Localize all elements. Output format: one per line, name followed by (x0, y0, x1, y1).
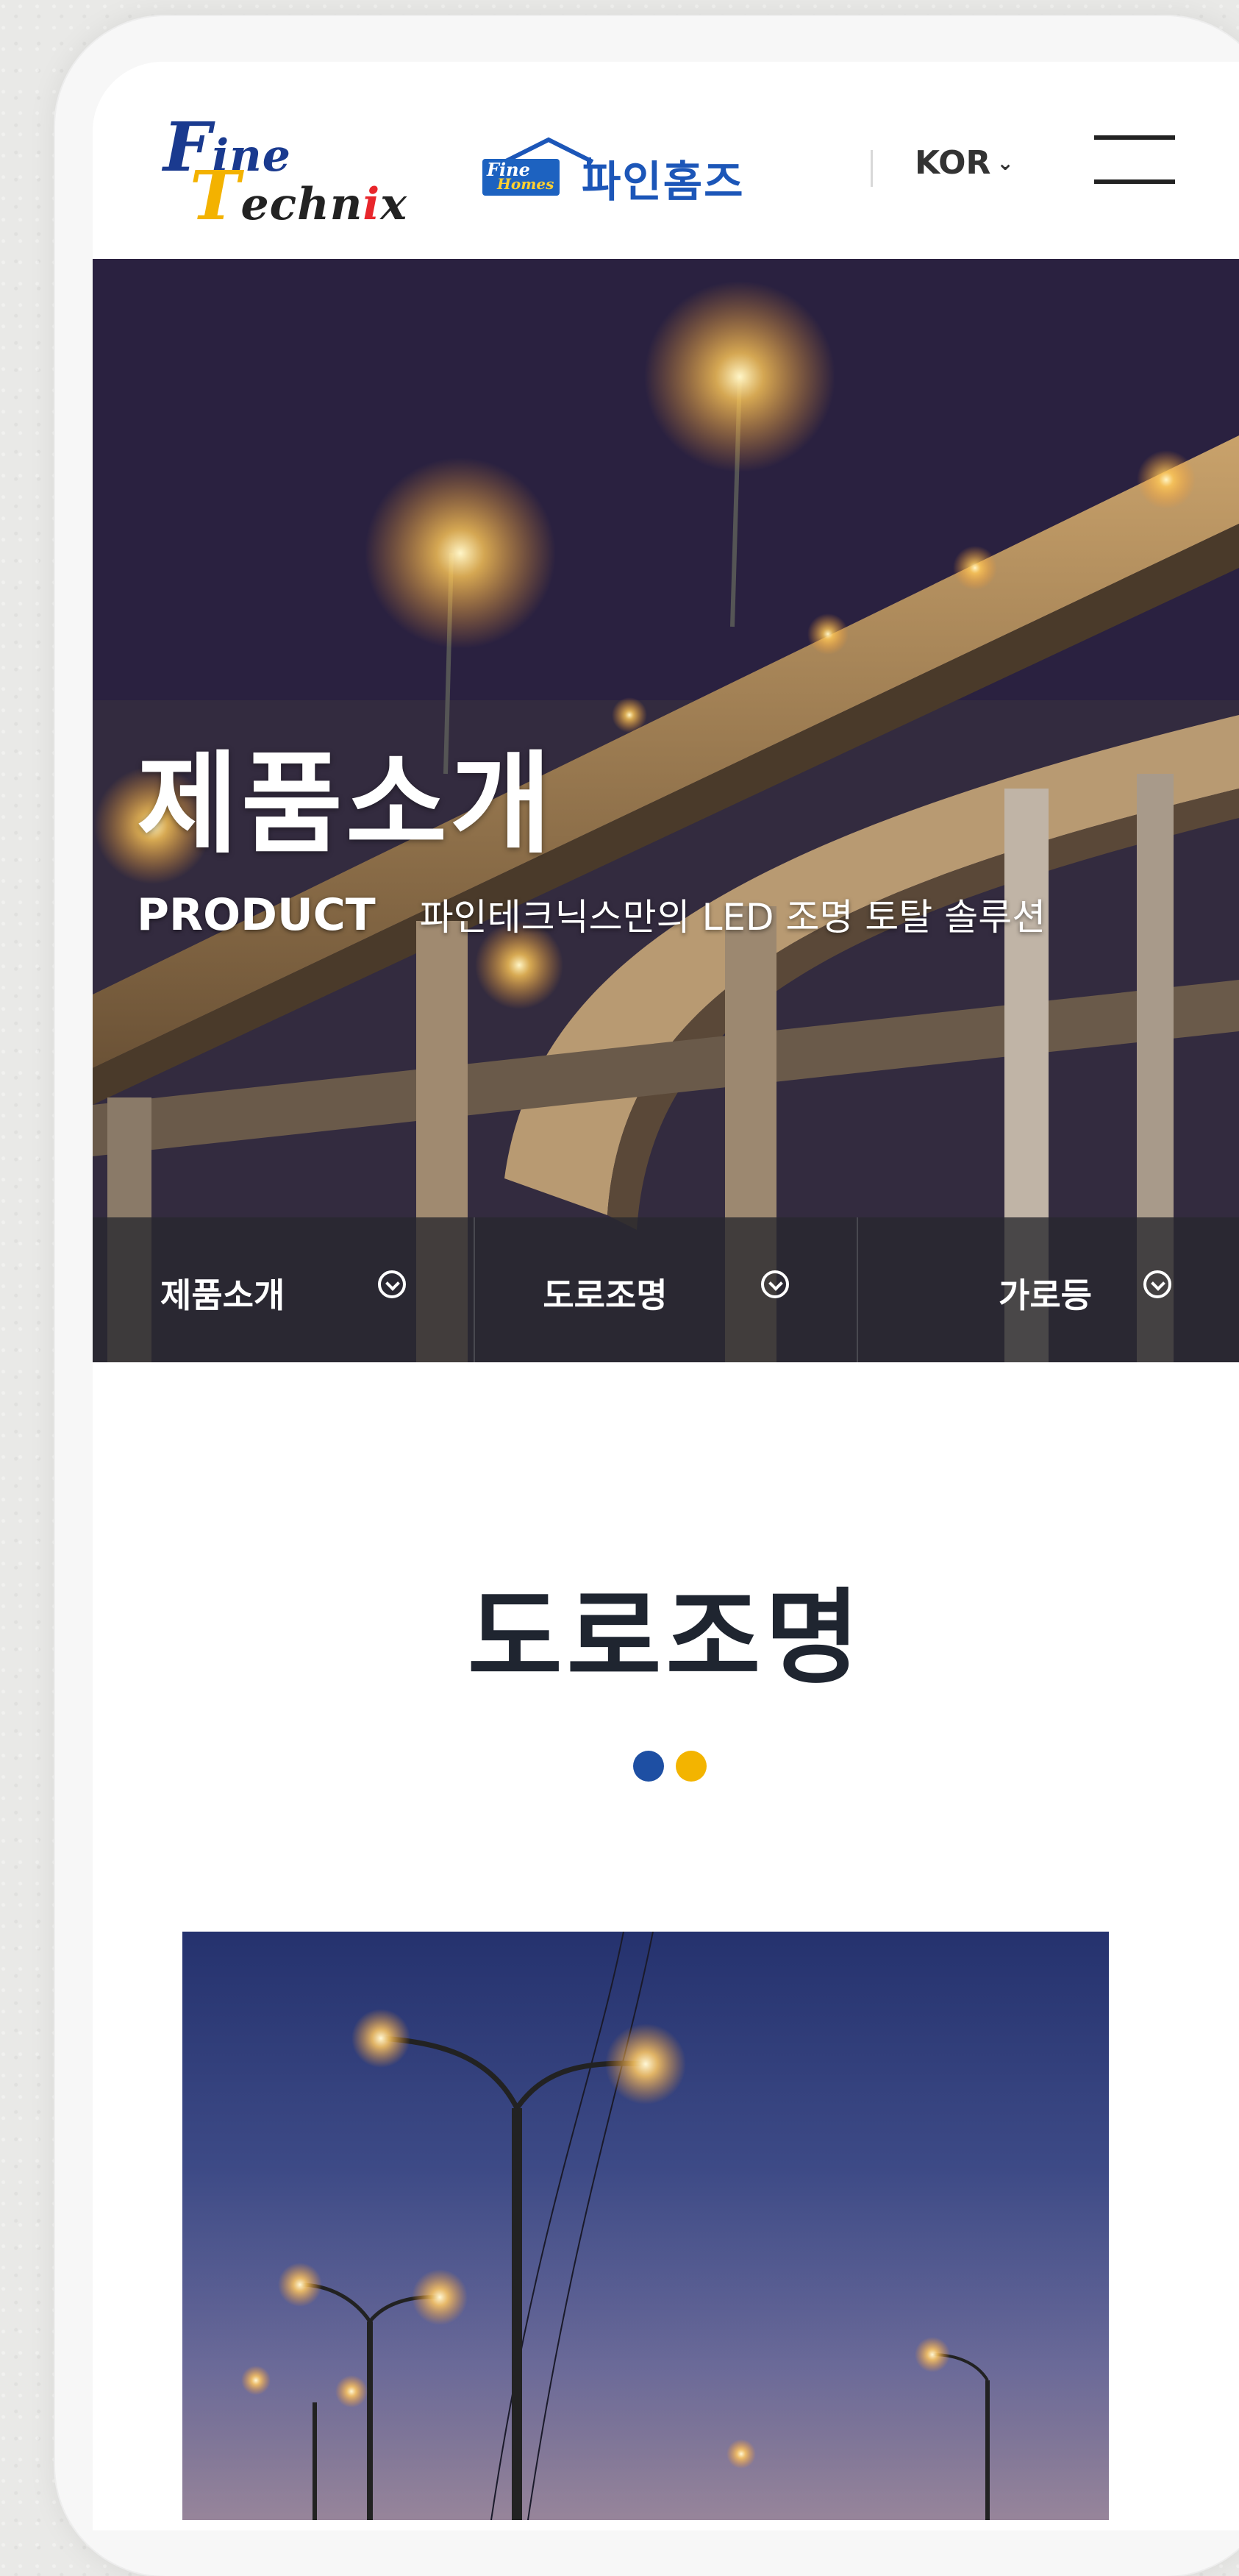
chevron-down-circle-icon (378, 1270, 407, 1298)
language-label: KOR (915, 144, 991, 182)
chevron-down-circle-icon (1143, 1270, 1171, 1298)
yellow-dot (676, 1751, 707, 1782)
subnav-label: 도로조명 (543, 1275, 668, 1315)
hero-subtitle-en: PRODUCT (137, 889, 376, 941)
fine-homes-logo[interactable]: Fine Homes 파인홈즈 (482, 135, 791, 209)
sub-navigation: 제품소개 도로조명 가로등 (93, 1217, 1239, 1362)
logo-line-2: Technix (190, 156, 407, 235)
subnav-label: 가로등 (999, 1275, 1092, 1315)
screen: Fine Technix Fine Homes 파인홈즈 KOR ⌄ 제품소개 … (93, 62, 1239, 2530)
hero-banner: 제품소개 PRODUCT 파인테크닉스만의 LED 조명 토탈 솔루션 제품소개… (93, 259, 1239, 1362)
fine-homes-badge: Fine Homes (482, 159, 560, 196)
chevron-down-icon: ⌄ (996, 151, 1014, 175)
title-dots (633, 1751, 707, 1782)
hamburger-icon[interactable] (1094, 135, 1175, 187)
streetlight-image[interactable] (182, 1932, 1109, 2520)
header: Fine Technix Fine Homes 파인홈즈 KOR ⌄ (93, 62, 1239, 259)
subnav-product[interactable]: 제품소개 (93, 1217, 476, 1362)
subnav-label: 제품소개 (160, 1275, 285, 1315)
blue-dot (633, 1751, 664, 1782)
section-title: 도로조명 (467, 1579, 865, 1698)
fine-homes-text: 파인홈즈 (582, 157, 745, 207)
language-selector[interactable]: KOR ⌄ (915, 144, 1014, 182)
hero-subtitle: PRODUCT 파인테크닉스만의 LED 조명 토탈 솔루션 (137, 888, 1046, 941)
subnav-streetlight[interactable]: 가로등 (858, 1217, 1239, 1362)
header-divider (871, 150, 873, 187)
subnav-road-lighting[interactable]: 도로조명 (475, 1217, 858, 1362)
hero-subtitle-ko: 파인테크닉스만의 LED 조명 토탈 솔루션 (419, 896, 1046, 939)
page-title: 제품소개 (137, 741, 555, 869)
streetlight-photo (182, 1932, 1109, 2520)
fine-technix-logo[interactable]: Fine Technix (163, 107, 407, 235)
chevron-down-circle-icon (760, 1270, 789, 1298)
